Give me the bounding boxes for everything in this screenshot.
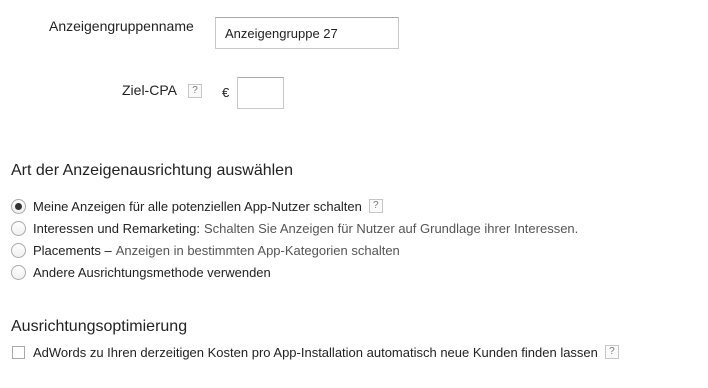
radio-button[interactable] xyxy=(11,264,26,280)
optimization-help-icon[interactable]: ? xyxy=(604,345,619,359)
option-label: Interessen und Remarketing: xyxy=(33,220,200,236)
auto-find-customers-option[interactable]: AdWords zu Ihren derzeitigen Kosten pro … xyxy=(12,342,619,362)
radio-button[interactable] xyxy=(11,198,26,214)
option-description: Anzeigen in bestimmten App-Kategorien sc… xyxy=(115,242,400,258)
targeting-option-all-users[interactable]: Meine Anzeigen für alle potenziellen App… xyxy=(11,196,578,216)
option-label: Andere Ausrichtungsmethode verwenden xyxy=(33,264,271,280)
targeting-section-title: Art der Anzeigenausrichtung auswählen xyxy=(11,162,293,179)
radio-button[interactable] xyxy=(11,220,26,236)
targeting-help-icon[interactable]: ? xyxy=(368,199,383,213)
radio-button[interactable] xyxy=(11,242,26,258)
targeting-option-interests[interactable]: Interessen und Remarketing: Schalten Sie… xyxy=(11,218,578,238)
adgroup-name-input[interactable] xyxy=(215,17,399,49)
targeting-option-placements[interactable]: Placements – Anzeigen in bestimmten App-… xyxy=(11,240,578,260)
auto-find-customers-checkbox[interactable] xyxy=(12,345,25,359)
optimization-section-title: Ausrichtungsoptimierung xyxy=(11,318,188,335)
currency-symbol: € xyxy=(222,85,230,100)
option-label: Placements – xyxy=(33,242,112,258)
target-cpa-label: Ziel-CPA xyxy=(122,82,177,98)
option-label: Meine Anzeigen für alle potenziellen App… xyxy=(33,198,362,214)
adgroup-name-label: Anzeigengruppenname xyxy=(49,18,194,34)
targeting-option-other[interactable]: Andere Ausrichtungsmethode verwenden xyxy=(11,262,578,282)
target-cpa-help-icon[interactable]: ? xyxy=(188,84,202,98)
checkbox-label: AdWords zu Ihren derzeitigen Kosten pro … xyxy=(33,344,598,360)
targeting-options: Meine Anzeigen für alle potenziellen App… xyxy=(11,196,578,282)
target-cpa-input[interactable] xyxy=(237,77,284,109)
option-description: Schalten Sie Anzeigen für Nutzer auf Gru… xyxy=(203,220,579,236)
